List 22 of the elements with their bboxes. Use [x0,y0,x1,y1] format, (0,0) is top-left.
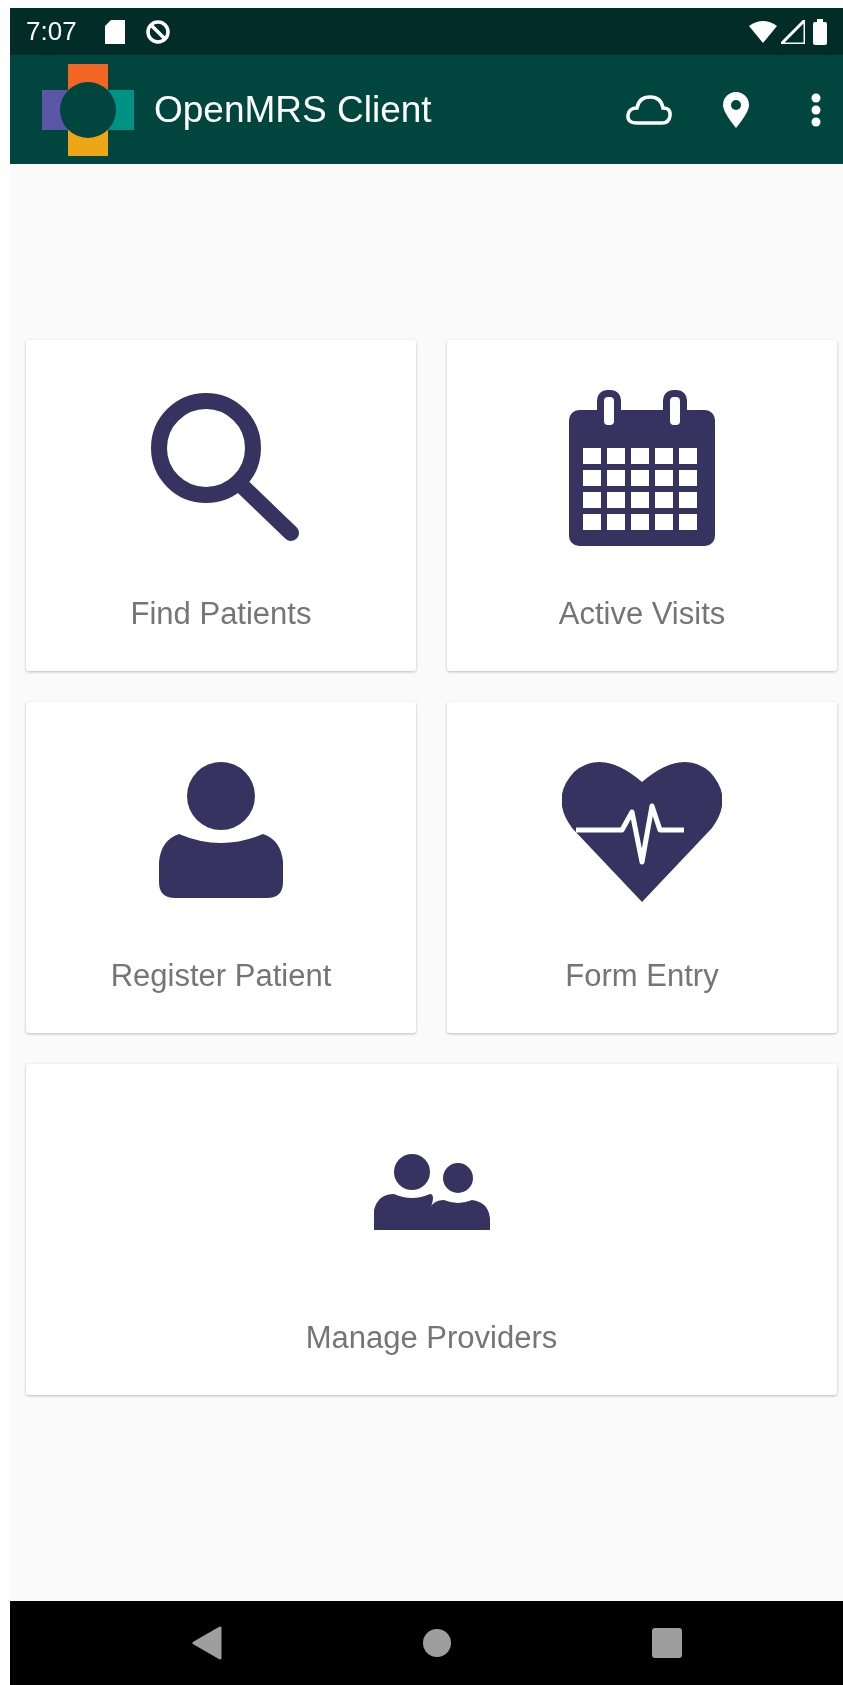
wifi-icon [749,20,777,43]
battery-icon [813,18,827,45]
more-menu-icon[interactable] [811,92,821,127]
sd-card-icon [104,19,125,44]
app-title: OpenMRS Client [154,87,432,132]
cloud-icon [625,93,673,126]
people-icon [373,1153,490,1230]
recents-icon[interactable] [651,1628,682,1658]
location-pin-icon [723,91,749,128]
signal-icon [781,19,805,44]
person-icon [159,761,283,898]
menu-tile[interactable]: Form Entry [447,702,837,1033]
menu-tile[interactable]: Register Patient [26,702,416,1033]
menu-tile[interactable]: Manage Providers [26,1064,837,1395]
status-time: 7:07 [26,15,77,48]
calendar-icon [567,387,717,548]
no-sync-icon [144,18,171,45]
menu-tile[interactable]: Find Patients [26,340,416,671]
back-icon[interactable] [191,1626,222,1660]
home-icon[interactable] [421,1628,452,1658]
menu-tile[interactable]: Active Visits [447,340,837,671]
logo-icon [42,63,134,156]
